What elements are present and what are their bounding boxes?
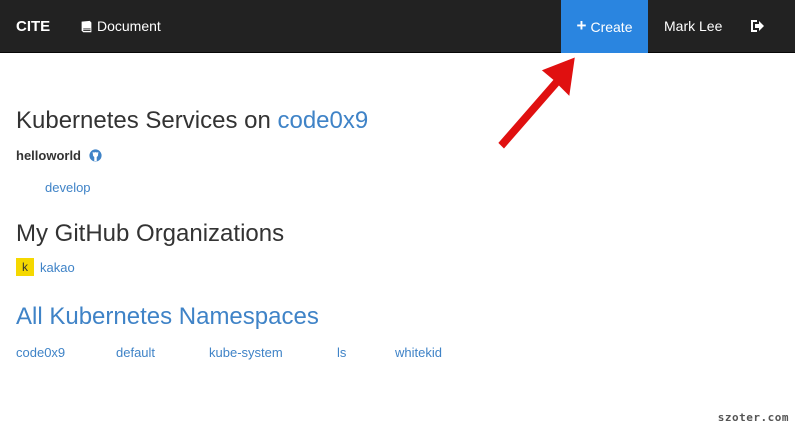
orgs-heading: My GitHub Organizations: [16, 220, 285, 247]
services-org-link[interactable]: code0x9: [277, 107, 368, 134]
document-link[interactable]: Document: [80, 0, 161, 53]
repo-name: helloworld: [16, 148, 81, 163]
org-avatar: k: [16, 258, 34, 276]
top-navbar: CITE Document + Create Mark Lee: [0, 0, 795, 53]
sign-out-icon: [751, 20, 764, 32]
namespace-link-kube-system[interactable]: kube-system: [209, 345, 283, 360]
logout-button[interactable]: [749, 18, 765, 34]
github-icon[interactable]: [89, 149, 102, 162]
create-button[interactable]: + Create: [561, 0, 648, 53]
document-label: Document: [97, 18, 161, 34]
org-link[interactable]: kakao: [40, 260, 75, 275]
org-item[interactable]: k kakao: [16, 258, 75, 276]
user-menu[interactable]: Mark Lee: [664, 0, 722, 53]
repo-row: helloworld: [16, 148, 102, 163]
services-heading-prefix: Kubernetes Services on: [16, 107, 278, 134]
namespace-link-ls[interactable]: ls: [337, 345, 346, 360]
branch-link-develop[interactable]: develop: [45, 180, 91, 195]
namespace-link-whitekid[interactable]: whitekid: [395, 345, 442, 360]
create-label: Create: [590, 18, 633, 35]
annotation-arrow: [495, 54, 578, 152]
book-icon: [81, 20, 92, 33]
namespaces-heading[interactable]: All Kubernetes Namespaces: [16, 303, 319, 331]
brand-logo[interactable]: CITE: [16, 0, 50, 53]
services-heading: Kubernetes Services on code0x9: [16, 107, 368, 135]
watermark: szoter.com: [717, 411, 789, 424]
plus-icon: +: [576, 16, 587, 35]
namespace-link-code0x9[interactable]: code0x9: [16, 345, 65, 360]
namespace-link-default[interactable]: default: [116, 345, 155, 360]
